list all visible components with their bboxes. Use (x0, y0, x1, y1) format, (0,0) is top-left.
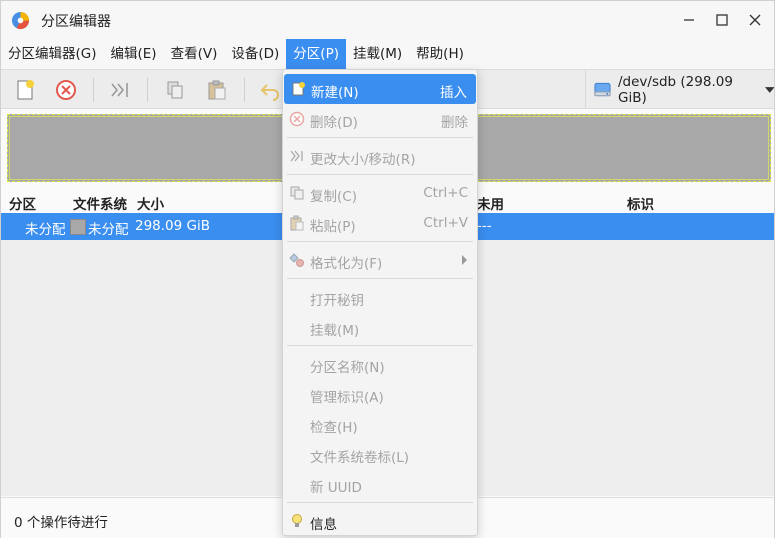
menu-mount[interactable]: 挂载(M) (346, 39, 409, 69)
new-partition-icon (17, 80, 34, 100)
menu-item-format-as[interactable]: 格式化为(F) (283, 245, 477, 275)
menu-item-partition-name[interactable]: 分区名称(N) (283, 349, 477, 379)
toolbar-separator (147, 78, 148, 102)
toolbar-separator (244, 78, 245, 102)
delete-icon (289, 111, 305, 127)
pending-operations-text: 0 个操作待进行 (14, 515, 108, 531)
chevron-down-icon (764, 87, 774, 93)
menu-item-check[interactable]: 检查(H) (283, 409, 477, 439)
delete-icon (56, 80, 76, 100)
menu-separator (287, 241, 473, 242)
undo-icon (260, 84, 279, 101)
menu-separator (287, 345, 473, 346)
resize-icon (289, 148, 305, 164)
menu-item-delete[interactable]: 删除(D) 删除 (283, 104, 477, 134)
menu-separator (287, 502, 473, 503)
app-logo-icon (11, 11, 30, 30)
toolbar-undo-button[interactable] (257, 77, 283, 103)
menu-separator (287, 137, 473, 138)
column-header-unused[interactable]: 未用 (477, 193, 504, 213)
device-label: /dev/sdb (298.09 GiB) (617, 74, 733, 106)
menu-item-shortcut: Ctrl+V (423, 215, 468, 231)
menu-item-label: 粘贴(P) (310, 219, 356, 235)
menu-item-shortcut: 插入 (440, 85, 467, 101)
column-header-partition[interactable]: 分区 (9, 193, 36, 213)
menu-item-mount[interactable]: 挂载(M) (283, 312, 477, 342)
format-icon (289, 252, 305, 268)
column-header-size[interactable]: 大小 (137, 193, 164, 213)
hard-drive-icon (594, 82, 611, 97)
menu-item-label: 新 UUID (310, 480, 362, 496)
menu-item-label: 删除(D) (310, 115, 358, 131)
toolbar-delete-button[interactable] (53, 77, 79, 103)
menu-view[interactable]: 查看(V) (164, 39, 225, 69)
window-title: 分区编辑器 (41, 14, 111, 30)
info-bulb-icon (289, 513, 305, 529)
filesystem-color-swatch (70, 219, 86, 235)
cell-size: 298.09 GiB (135, 218, 211, 234)
toolbar-copy-button[interactable] (162, 77, 188, 103)
menu-gparted[interactable]: 分区编辑器(G) (1, 39, 104, 69)
partition-menu-dropdown: 新建(N) 插入 删除(D) 删除 更改大小/移动(R) 复制(C) Ctrl+… (282, 69, 478, 536)
menu-item-label: 打开秘钥 (310, 293, 364, 309)
menu-item-label: 信息 (310, 517, 337, 533)
menu-item-label: 检查(H) (310, 420, 358, 436)
resize-icon (111, 83, 128, 97)
menu-item-information[interactable]: 信息 (283, 506, 477, 536)
menu-item-paste[interactable]: 粘贴(P) Ctrl+V (283, 208, 477, 238)
column-header-filesystem[interactable]: 文件系统 (73, 193, 127, 213)
menu-partition[interactable]: 分区(P) (286, 39, 346, 69)
copy-icon (289, 185, 305, 201)
close-icon (749, 14, 761, 26)
toolbar-resize-button[interactable] (107, 77, 133, 103)
submenu-arrow-icon (462, 255, 467, 265)
menu-help[interactable]: 帮助(H) (409, 39, 471, 69)
minimize-button[interactable] (679, 10, 699, 30)
menu-item-label: 文件系统卷标(L) (310, 450, 410, 466)
menu-item-label: 格式化为(F) (310, 256, 383, 272)
menu-item-filesystem-label[interactable]: 文件系统卷标(L) (283, 439, 477, 469)
toolbar-new-button[interactable] (12, 77, 38, 103)
copy-icon (167, 81, 183, 99)
maximize-button[interactable] (712, 10, 732, 30)
menu-separator (287, 174, 473, 175)
app-window: 分区编辑器 分区编辑器(G) 编辑(E) 查看(V) 设备(D) 分区(P) 挂… (0, 0, 775, 538)
menu-item-label: 挂载(M) (310, 323, 360, 339)
menu-item-new[interactable]: 新建(N) 插入 (284, 74, 476, 104)
menu-item-new-uuid[interactable]: 新 UUID (283, 469, 477, 499)
menu-item-label: 管理标识(A) (310, 390, 384, 406)
paste-icon (208, 80, 226, 100)
menu-separator (287, 278, 473, 279)
menu-item-open-key[interactable]: 打开秘钥 (283, 282, 477, 312)
menu-edit[interactable]: 编辑(E) (104, 39, 164, 69)
menu-item-label: 更改大小/移动(R) (310, 152, 416, 168)
menu-item-shortcut: Ctrl+C (423, 185, 468, 201)
device-separator (585, 70, 586, 108)
device-selector[interactable]: /dev/sdb (298.09 GiB) (593, 74, 774, 106)
cell-unused: --- (477, 218, 492, 234)
toolbar-paste-button[interactable] (204, 77, 230, 103)
menu-item-label: 新建(N) (311, 85, 359, 101)
new-partition-icon (290, 81, 306, 97)
menu-item-label: 分区名称(N) (310, 360, 385, 376)
paste-icon (289, 215, 305, 231)
menu-item-shortcut: 删除 (441, 115, 468, 131)
title-bar: 分区编辑器 (1, 1, 774, 39)
menu-item-manage-flags[interactable]: 管理标识(A) (283, 379, 477, 409)
maximize-icon (716, 14, 728, 26)
menu-item-resize-move[interactable]: 更改大小/移动(R) (283, 141, 477, 171)
menu-bar: 分区编辑器(G) 编辑(E) 查看(V) 设备(D) 分区(P) 挂载(M) 帮… (1, 39, 774, 69)
cell-filesystem: 未分配 (88, 222, 129, 238)
close-button[interactable] (745, 10, 765, 30)
minimize-icon (684, 19, 694, 21)
menu-device[interactable]: 设备(D) (224, 39, 286, 69)
toolbar-separator (93, 78, 94, 102)
column-header-flags[interactable]: 标识 (627, 193, 654, 213)
menu-item-copy[interactable]: 复制(C) Ctrl+C (283, 178, 477, 208)
cell-partition: 未分配 (25, 222, 66, 238)
menu-item-label: 复制(C) (310, 189, 357, 205)
